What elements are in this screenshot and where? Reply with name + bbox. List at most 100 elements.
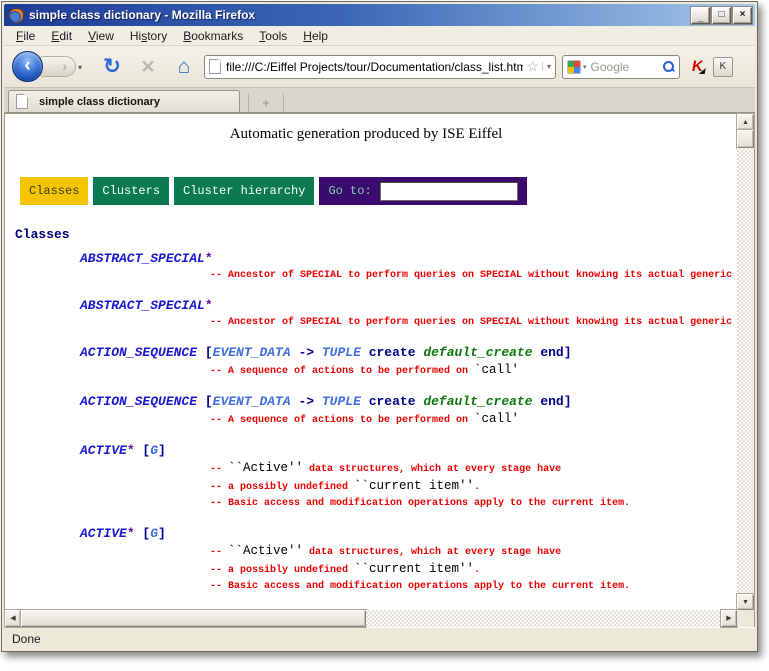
firefox-icon (9, 8, 24, 23)
status-text: Done (12, 632, 41, 646)
home-button[interactable]: ⌂ (170, 55, 198, 79)
goto-box: Go to: (319, 177, 526, 205)
navigation-toolbar: › ‹ ▾ ↻ × ⌂ ☆ ▾ ▾ K K (4, 46, 755, 88)
cluster-hierarchy-button[interactable]: Cluster hierarchy (174, 177, 314, 205)
maximize-button[interactable]: □ (712, 7, 731, 24)
search-engine-dropdown-icon[interactable]: ▾ (583, 63, 587, 71)
generic-param-link[interactable]: G (150, 526, 158, 541)
class-comment: -- Basic access and modification operati… (15, 579, 737, 595)
scroll-down-button[interactable]: ▼ (737, 594, 754, 610)
classes-heading: Classes (15, 227, 737, 242)
url-input[interactable] (226, 60, 523, 74)
menu-help[interactable]: Help (295, 27, 336, 45)
horizontal-scroll-track[interactable] (366, 610, 721, 627)
stop-button[interactable]: × (134, 53, 162, 80)
scroll-right-button[interactable]: ▶ (721, 610, 737, 627)
generic-param-link[interactable]: TUPLE (322, 394, 361, 409)
back-button[interactable]: ‹ (12, 51, 43, 82)
vertical-scroll-thumb[interactable] (737, 130, 754, 148)
class-comment: -- A sequence of actions to be performed… (15, 411, 737, 429)
horizontal-scroll-thumb[interactable] (21, 610, 366, 627)
vertical-scrollbar[interactable]: ▲ ▼ (737, 114, 754, 610)
history-dropdown-icon[interactable]: ▾ (78, 63, 82, 72)
window-title: simple class dictionary - Mozilla Firefo… (29, 8, 689, 22)
tab-simple-class-dictionary[interactable]: simple class dictionary (8, 90, 240, 112)
page-title: Automatic generation produced by ISE Eif… (15, 126, 737, 143)
stop-icon: × (141, 53, 154, 79)
goto-input[interactable] (380, 182, 518, 201)
class-link[interactable]: ACTIVE (80, 526, 127, 541)
browser-window: simple class dictionary - Mozilla Firefo… (1, 1, 758, 652)
page-content: Automatic generation produced by ISE Eif… (5, 114, 737, 610)
horizontal-scrollbar[interactable]: ◀ ▶ (5, 610, 737, 627)
class-link[interactable]: ACTION_SEQUENCE (80, 394, 197, 409)
nav-button-row: Classes Clusters Cluster hierarchy Go to… (20, 177, 737, 205)
status-bar: Done (4, 627, 755, 649)
content-wrapper: Automatic generation produced by ISE Eif… (4, 113, 755, 627)
menu-bookmarks[interactable]: Bookmarks (175, 27, 251, 45)
search-input[interactable] (591, 60, 662, 74)
goto-label: Go to: (328, 184, 371, 198)
classes-button[interactable]: Classes (20, 177, 88, 205)
tab-label: simple class dictionary (39, 96, 160, 108)
class-comment: -- Basic access and modification operati… (15, 496, 737, 512)
close-button[interactable]: × (733, 7, 752, 24)
class-link[interactable]: ABSTRACT_SPECIAL (80, 251, 205, 266)
scroll-left-icon: ◀ (10, 615, 15, 622)
search-magnifier-icon[interactable] (662, 60, 675, 73)
menu-edit[interactable]: Edit (43, 27, 80, 45)
generic-param-link[interactable]: G (150, 443, 158, 458)
class-entry: ABSTRACT_SPECIAL* -- Ancestor of SPECIAL… (15, 250, 737, 284)
url-dropdown-icon[interactable]: ▾ (542, 62, 551, 71)
class-entry: ABSTRACT_SPECIAL* -- Ancestor of SPECIAL… (15, 297, 737, 331)
feature-link[interactable]: default_create (423, 345, 532, 360)
menu-tools[interactable]: Tools (251, 27, 295, 45)
class-link[interactable]: ACTIVE (80, 443, 127, 458)
class-entry: ACTIVE* [G] -- ``Active'' data structure… (15, 442, 737, 512)
google-logo-icon (567, 60, 581, 74)
generic-param-link[interactable]: TUPLE (322, 345, 361, 360)
vertical-scroll-track[interactable] (737, 148, 754, 594)
url-bar[interactable]: ☆ ▾ (204, 55, 556, 79)
menu-file[interactable]: File (8, 27, 43, 45)
search-box[interactable]: ▾ (562, 55, 680, 79)
class-list: ABSTRACT_SPECIAL* -- Ancestor of SPECIAL… (15, 250, 737, 610)
menu-bar: File Edit View History Bookmarks Tools H… (4, 26, 755, 46)
scroll-up-icon: ▲ (742, 119, 749, 126)
home-icon: ⌂ (178, 55, 191, 78)
forward-icon: › (62, 58, 67, 74)
menu-history[interactable]: History (122, 27, 175, 45)
reload-button[interactable]: ↻ (98, 54, 126, 79)
new-tab-icon: + (262, 96, 269, 110)
kaspersky-icon[interactable]: K (691, 58, 705, 75)
generic-param-link[interactable]: EVENT_DATA (213, 345, 291, 360)
class-comment: -- a possibly undefined ``current item''… (15, 478, 737, 496)
scroll-down-icon: ▼ (742, 599, 749, 606)
tab-page-icon (16, 94, 28, 109)
clusters-button[interactable]: Clusters (93, 177, 169, 205)
generic-param-link[interactable]: EVENT_DATA (213, 394, 291, 409)
class-comment: -- Ancestor of SPECIAL to perform querie… (15, 315, 737, 331)
class-comment: -- Ancestor of SPECIAL to perform querie… (15, 268, 737, 284)
menu-view[interactable]: View (80, 27, 122, 45)
scrollbar-corner (737, 610, 754, 627)
scroll-left-button[interactable]: ◀ (5, 610, 21, 627)
class-comment: -- a possibly undefined ``current item''… (15, 561, 737, 579)
back-icon: ‹ (24, 56, 30, 75)
k-extension-button[interactable]: K (713, 57, 733, 77)
reload-icon: ↻ (103, 55, 121, 78)
title-bar[interactable]: simple class dictionary - Mozilla Firefo… (4, 4, 755, 26)
class-link[interactable]: ACTION_SEQUENCE (80, 345, 197, 360)
new-tab-button[interactable]: + (248, 93, 284, 112)
tab-bar: simple class dictionary + (4, 88, 755, 113)
minimize-button[interactable]: _ (691, 7, 710, 24)
class-comment: -- A sequence of actions to be performed… (15, 362, 737, 380)
scroll-right-icon: ▶ (726, 615, 731, 622)
class-entry: ACTION_SEQUENCE [EVENT_DATA -> TUPLE cre… (15, 344, 737, 380)
scroll-up-button[interactable]: ▲ (737, 114, 754, 130)
class-link[interactable]: ABSTRACT_SPECIAL (80, 298, 205, 313)
feature-link[interactable]: default_create (423, 394, 532, 409)
class-entry: ACTION_SEQUENCE [EVENT_DATA -> TUPLE cre… (15, 393, 737, 429)
bookmark-star-icon[interactable]: ☆ (526, 58, 539, 75)
back-forward-cluster: › ‹ ▾ (10, 50, 94, 84)
